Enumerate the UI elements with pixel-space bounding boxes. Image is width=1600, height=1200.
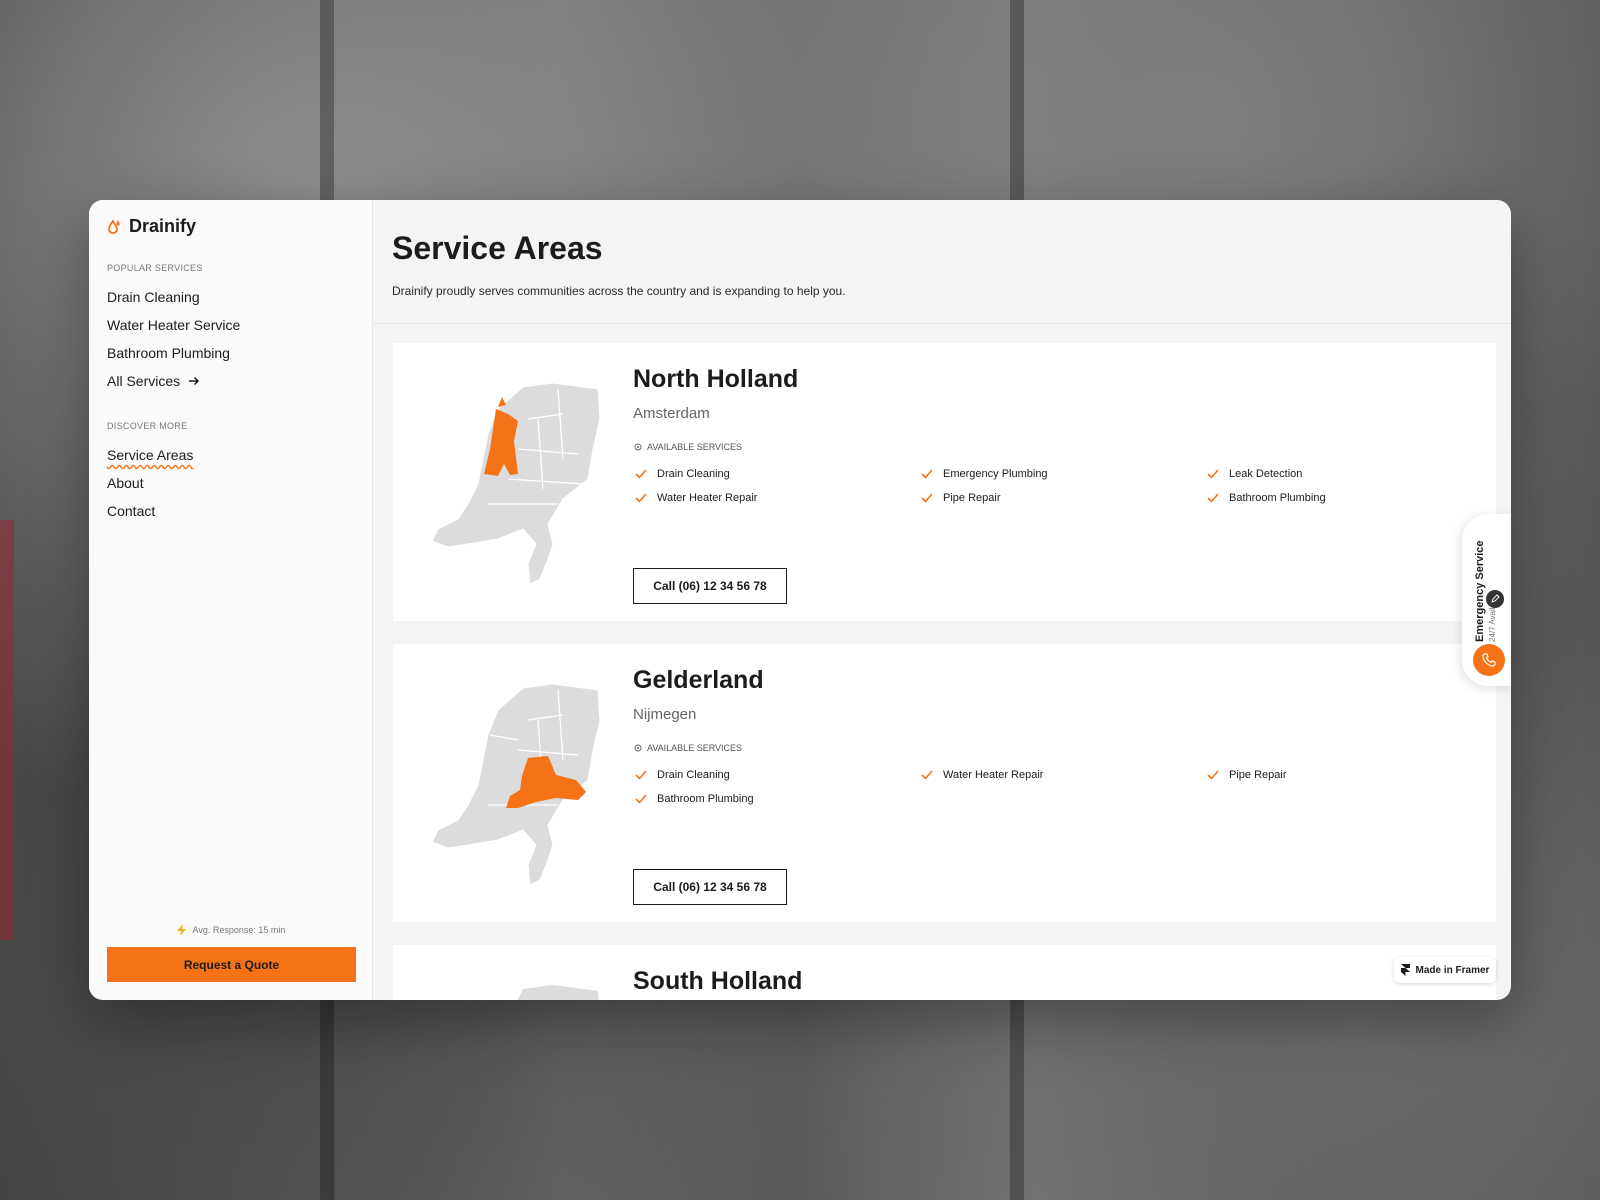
- service-item: Drain Cleaning: [635, 468, 730, 480]
- emergency-service-widget[interactable]: Emergency Service 24/7 Available: [1462, 514, 1511, 686]
- region-name: South Holland: [633, 967, 803, 995]
- sidebar: Drainify POPULAR SERVICES Drain Cleaning…: [89, 200, 373, 1000]
- avg-response: Avg. Response: 15 min: [89, 924, 373, 936]
- service-item: Pipe Repair: [1207, 769, 1286, 781]
- service-item: Drain Cleaning: [635, 769, 730, 781]
- region-name: North Holland: [633, 365, 799, 393]
- service-item: Leak Detection: [1207, 468, 1302, 480]
- city-name: Amsterdam: [633, 405, 710, 422]
- nav-about[interactable]: About: [107, 475, 144, 491]
- gear-icon: [634, 744, 642, 752]
- check-icon: [635, 794, 647, 804]
- netherlands-map: [431, 683, 601, 886]
- call-button[interactable]: Call (06) 12 34 56 78: [633, 568, 787, 604]
- background-graffiti: [0, 520, 70, 940]
- check-icon: [635, 770, 647, 780]
- service-item: Bathroom Plumbing: [1207, 492, 1326, 504]
- nav-all-services[interactable]: All Services: [107, 373, 200, 389]
- main-content: Service Areas Drainify proudly serves co…: [374, 200, 1511, 1000]
- check-icon: [635, 469, 647, 479]
- gear-icon: [634, 443, 642, 451]
- service-item: Bathroom Plumbing: [635, 793, 754, 805]
- area-card-gelderland: Gelderland Nijmegen AVAILABLE SERVICES D…: [393, 644, 1496, 922]
- nav-contact[interactable]: Contact: [107, 503, 155, 519]
- netherlands-map: [517, 985, 599, 1000]
- avg-response-text: Avg. Response: 15 min: [192, 925, 286, 935]
- nav-drain-cleaning[interactable]: Drain Cleaning: [107, 289, 200, 305]
- page-subtitle: Drainify proudly serves communities acro…: [392, 284, 846, 298]
- made-in-framer-badge[interactable]: Made in Framer: [1394, 957, 1496, 983]
- service-item: Emergency Plumbing: [921, 468, 1048, 480]
- city-name: Nijmegen: [633, 706, 697, 723]
- page-title: Service Areas: [392, 230, 603, 266]
- request-quote-button[interactable]: Request a Quote: [107, 947, 356, 982]
- nav-bathroom-plumbing[interactable]: Bathroom Plumbing: [107, 345, 230, 361]
- area-card-south-holland: South Holland: [393, 945, 1496, 1000]
- drop-icon: [108, 218, 120, 234]
- edit-icon[interactable]: [1486, 590, 1504, 608]
- lightning-icon: [176, 924, 186, 936]
- emergency-title: Emergency Service: [1474, 540, 1486, 642]
- arrow-right-icon: [189, 376, 200, 386]
- service-item: Water Heater Repair: [921, 769, 1043, 781]
- brand[interactable]: Drainify: [107, 216, 196, 237]
- region-name: Gelderland: [633, 666, 764, 694]
- check-icon: [1207, 469, 1219, 479]
- framer-icon: [1400, 964, 1410, 976]
- netherlands-map: [431, 382, 601, 585]
- available-services-label: AVAILABLE SERVICES: [633, 442, 742, 452]
- discover-more-label: DISCOVER MORE: [107, 421, 188, 431]
- page-header: Service Areas Drainify proudly serves co…: [374, 200, 1511, 324]
- service-item: Pipe Repair: [921, 492, 1000, 504]
- brand-name: Drainify: [129, 216, 197, 236]
- check-icon: [921, 469, 933, 479]
- check-icon: [1207, 770, 1219, 780]
- check-icon: [1207, 493, 1219, 503]
- app-window: Drainify POPULAR SERVICES Drain Cleaning…: [89, 200, 1511, 1000]
- framer-label: Made in Framer: [1415, 964, 1490, 976]
- check-icon: [921, 770, 933, 780]
- call-button[interactable]: Call (06) 12 34 56 78: [633, 869, 787, 905]
- check-icon: [921, 493, 933, 503]
- popular-services-label: POPULAR SERVICES: [107, 263, 203, 273]
- phone-icon[interactable]: [1473, 644, 1505, 676]
- area-card-north-holland: North Holland Amsterdam AVAILABLE SERVIC…: [393, 343, 1496, 621]
- available-services-label: AVAILABLE SERVICES: [633, 743, 742, 753]
- check-icon: [635, 493, 647, 503]
- nav-water-heater-service[interactable]: Water Heater Service: [107, 317, 240, 333]
- nav-service-areas[interactable]: Service Areas: [107, 447, 193, 463]
- service-item: Water Heater Repair: [635, 492, 757, 504]
